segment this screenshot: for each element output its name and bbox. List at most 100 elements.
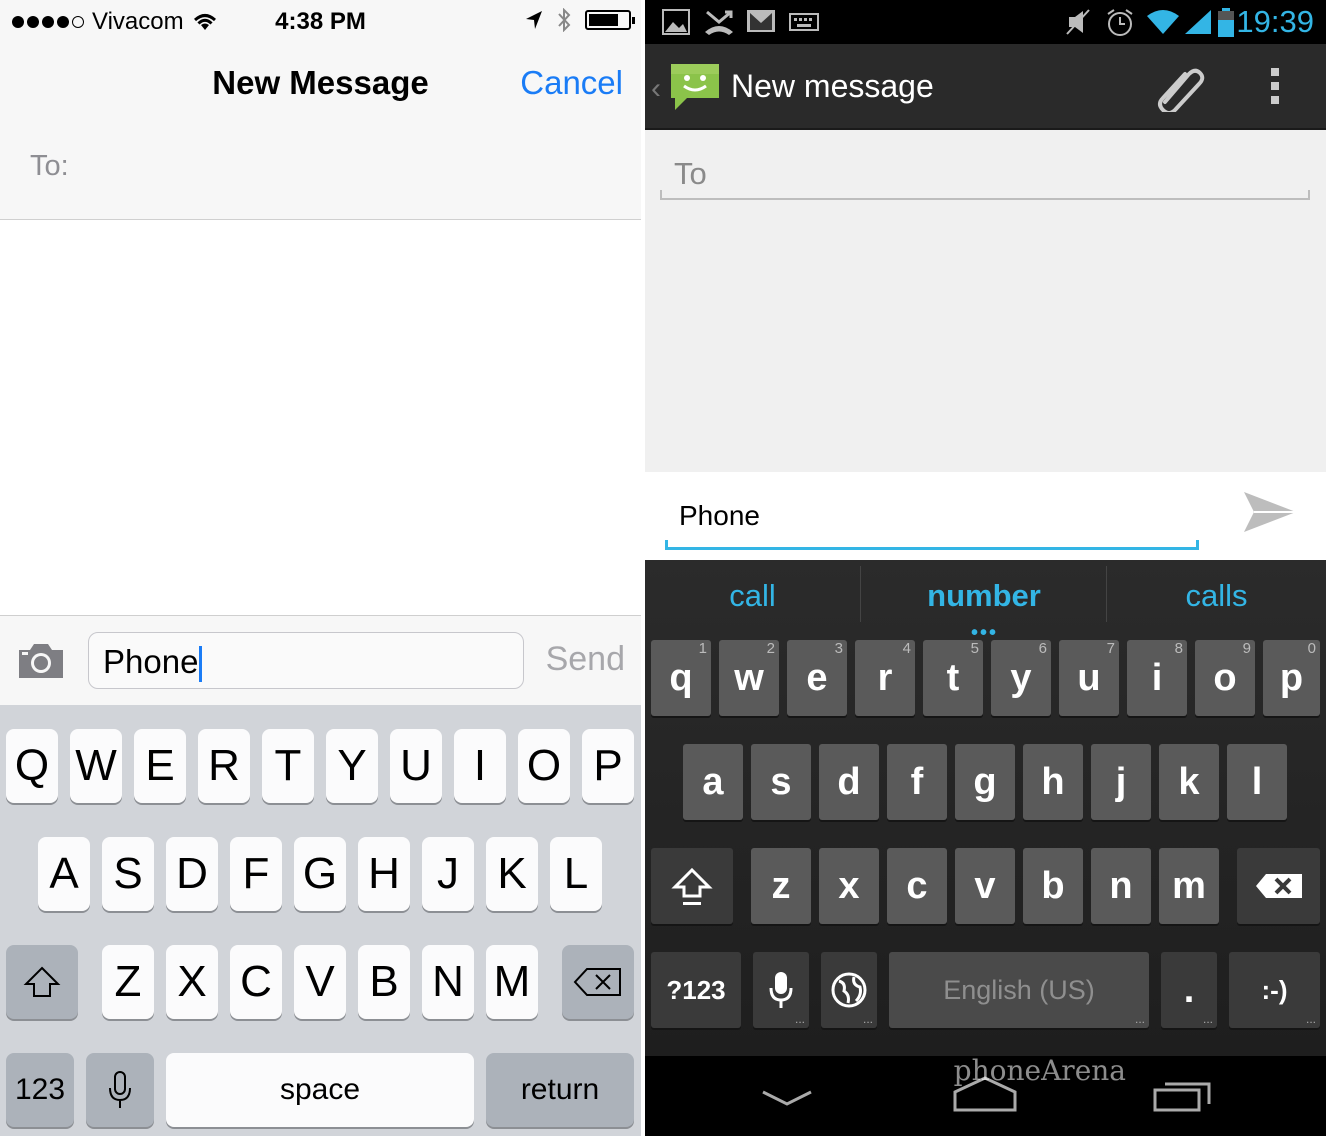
back-chevron-icon[interactable]	[759, 1086, 815, 1108]
key-y[interactable]: Y	[326, 729, 378, 803]
cancel-button[interactable]: Cancel	[520, 64, 623, 102]
delete-key[interactable]	[1237, 848, 1320, 924]
key-e[interactable]: e3	[787, 640, 847, 716]
overflow-menu-icon[interactable]	[1267, 64, 1283, 108]
recipient-field[interactable]: To:	[0, 128, 641, 220]
key-g[interactable]: G	[294, 837, 346, 911]
key-hint: 6	[1038, 640, 1047, 657]
key-c[interactable]: c	[887, 848, 947, 924]
language-switch-key[interactable]: ...	[821, 952, 877, 1028]
key-h[interactable]: H	[358, 837, 410, 911]
key-w[interactable]: W	[70, 729, 122, 803]
key-r[interactable]: R	[198, 729, 250, 803]
cell-signal-icon	[1185, 10, 1211, 34]
key-q[interactable]: Q	[6, 729, 58, 803]
key-x[interactable]: X	[166, 945, 218, 1019]
numbers-key[interactable]: 123	[6, 1053, 74, 1127]
key-t[interactable]: t5	[923, 640, 983, 716]
key-o[interactable]: o9	[1195, 640, 1255, 716]
key-i[interactable]: I	[454, 729, 506, 803]
send-button[interactable]: Send	[546, 640, 625, 679]
suggestion-number[interactable]: number	[861, 578, 1107, 614]
up-caret-icon[interactable]: ‹	[651, 72, 661, 106]
key-i[interactable]: i8	[1127, 640, 1187, 716]
symbols-key[interactable]: ?123	[651, 952, 741, 1028]
key-r[interactable]: r4	[855, 640, 915, 716]
to-label: To:	[30, 150, 69, 182]
key-v[interactable]: V	[294, 945, 346, 1019]
messaging-app-icon[interactable]	[667, 58, 723, 114]
key-f[interactable]: f	[887, 744, 947, 820]
voice-input-key[interactable]: ...	[753, 952, 809, 1028]
key-j[interactable]: J	[422, 837, 474, 911]
key-d[interactable]: D	[166, 837, 218, 911]
key-f[interactable]: F	[230, 837, 282, 911]
backspace-key[interactable]	[562, 945, 634, 1019]
key-q[interactable]: q1	[651, 640, 711, 716]
recipient-field[interactable]: To	[660, 150, 1310, 200]
attach-paperclip-icon[interactable]	[1151, 62, 1205, 112]
shift-key[interactable]	[651, 848, 733, 924]
key-j[interactable]: j	[1091, 744, 1151, 820]
suggestion-call[interactable]: call	[645, 578, 860, 614]
more-keys-indicator: ...	[862, 1012, 873, 1026]
location-arrow-icon	[526, 11, 542, 29]
key-m[interactable]: m	[1159, 848, 1219, 924]
key-l[interactable]: l	[1227, 744, 1287, 820]
key-v[interactable]: v	[955, 848, 1015, 924]
key-b[interactable]: B	[358, 945, 410, 1019]
key-u[interactable]: U	[390, 729, 442, 803]
key-n[interactable]: n	[1091, 848, 1151, 924]
key-s[interactable]: S	[102, 837, 154, 911]
key-p[interactable]: P	[582, 729, 634, 803]
key-c[interactable]: C	[230, 945, 282, 1019]
more-keys-indicator: ...	[1305, 1012, 1316, 1026]
message-input[interactable]: Phone	[88, 632, 524, 689]
space-key[interactable]: space	[166, 1053, 474, 1127]
key-label: p	[1279, 656, 1304, 699]
key-label: w	[734, 656, 764, 699]
key-p[interactable]: p0	[1263, 640, 1320, 716]
key-z[interactable]: z	[751, 848, 811, 924]
key-s[interactable]: s	[751, 744, 811, 820]
shift-key[interactable]	[6, 945, 78, 1019]
key-y[interactable]: y6	[991, 640, 1051, 716]
key-w[interactable]: w2	[719, 640, 779, 716]
key-z[interactable]: Z	[102, 945, 154, 1019]
shift-arrow-icon	[23, 966, 61, 997]
key-l[interactable]: L	[550, 837, 602, 911]
suggestion-calls[interactable]: calls	[1107, 578, 1326, 614]
period-key[interactable]: ....	[1161, 952, 1217, 1028]
key-x[interactable]: x	[819, 848, 879, 924]
recent-apps-icon[interactable]	[1153, 1078, 1213, 1112]
return-key[interactable]: return	[486, 1053, 634, 1127]
message-input[interactable]: Phone	[665, 494, 1199, 550]
space-key-label: English (US)	[943, 974, 1095, 1005]
ios-screen: Vivacom 4:38 PM New Message Cancel To: P…	[0, 0, 641, 1136]
key-m[interactable]: M	[486, 945, 538, 1019]
key-k[interactable]: K	[486, 837, 538, 911]
key-g[interactable]: g	[955, 744, 1015, 820]
key-d[interactable]: d	[819, 744, 879, 820]
key-b[interactable]: b	[1023, 848, 1083, 924]
key-h[interactable]: h	[1023, 744, 1083, 820]
gallery-notification-icon	[662, 9, 690, 35]
key-o[interactable]: O	[518, 729, 570, 803]
key-t[interactable]: T	[262, 729, 314, 803]
key-e[interactable]: E	[134, 729, 186, 803]
emoticon-key[interactable]: :-)...	[1229, 952, 1320, 1028]
key-k[interactable]: k	[1159, 744, 1219, 820]
key-a[interactable]: a	[683, 744, 743, 820]
key-u[interactable]: u7	[1059, 640, 1119, 716]
globe-icon	[831, 972, 867, 1008]
android-screen: 19:39 ‹ New message To Phone call number…	[645, 0, 1326, 1136]
key-n[interactable]: N	[422, 945, 474, 1019]
space-key[interactable]: English (US)...	[889, 952, 1149, 1028]
key-a[interactable]: A	[38, 837, 90, 911]
camera-icon[interactable]	[16, 642, 66, 680]
dictation-key[interactable]	[86, 1053, 154, 1127]
key-hint: 0	[1307, 640, 1316, 657]
ios-nav-bar: New Message Cancel	[0, 42, 641, 128]
alarm-icon	[1107, 9, 1133, 36]
send-icon[interactable]	[1242, 486, 1298, 538]
